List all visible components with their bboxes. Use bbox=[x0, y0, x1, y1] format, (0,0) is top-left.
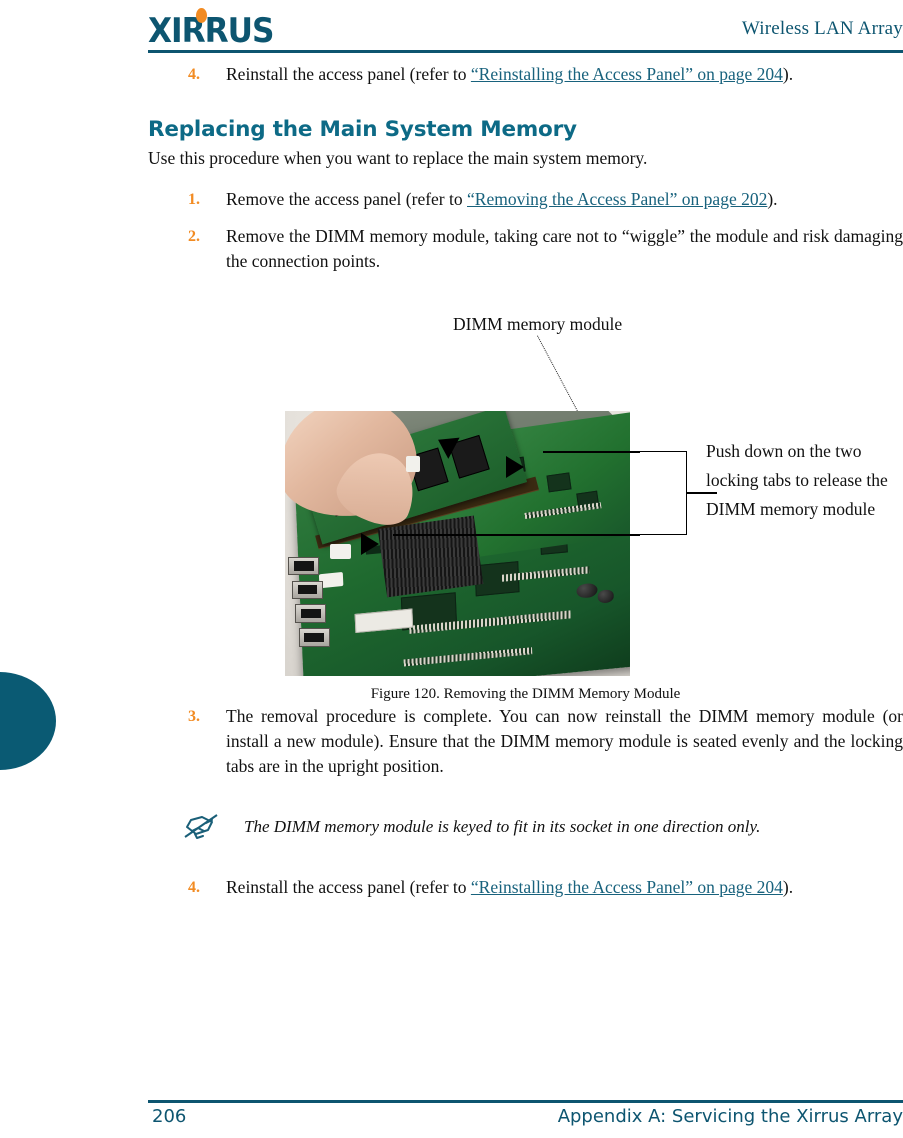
list-item-text-tail: ). bbox=[767, 189, 778, 209]
list-item-number: 4. bbox=[188, 879, 200, 896]
header-divider bbox=[148, 50, 903, 53]
cross-reference-link[interactable]: “Removing the Access Panel” on page 202 bbox=[467, 189, 767, 209]
list-item-text: Reinstall the access panel (refer to bbox=[226, 877, 471, 897]
list-item-text: Remove the access panel (refer to bbox=[226, 189, 467, 209]
figure-caption: Figure 120. Removing the DIMM Memory Mod… bbox=[370, 686, 681, 702]
list-item-text-tail: ). bbox=[782, 877, 794, 897]
list-item-text: Remove the DIMM memory module, taking ca… bbox=[226, 226, 903, 271]
list-item-number: 3. bbox=[188, 708, 200, 725]
figure-callout-locking-tabs: Push down on the two locking tabs to rel… bbox=[706, 441, 888, 519]
page-content: 4. Reinstall the access panel (refer to … bbox=[148, 62, 903, 906]
page-header: XIRRUS Wireless LAN Array bbox=[148, 4, 903, 56]
cross-reference-link[interactable]: “Reinstalling the Access Panel” on page … bbox=[471, 877, 783, 897]
footer-divider bbox=[148, 1100, 903, 1103]
list-item: 1. Remove the access panel (refer to “Re… bbox=[148, 187, 903, 212]
callout-line-top bbox=[543, 451, 640, 453]
list-item-number: 4. bbox=[188, 66, 200, 83]
header-title: Wireless LAN Array bbox=[741, 18, 903, 39]
section-heading: Replacing the Main System Memory bbox=[148, 117, 577, 142]
note-pencil-icon bbox=[182, 811, 222, 843]
list-item: 4. Reinstall the access panel (refer to … bbox=[148, 875, 903, 900]
orange-dot-icon bbox=[196, 8, 207, 23]
annotation-arrow-tab-lower bbox=[360, 532, 379, 555]
chapter-thumb-tab bbox=[0, 672, 56, 770]
list-item: 3. The removal procedure is complete. Yo… bbox=[148, 704, 903, 779]
logo-wordmark: XIRRUS bbox=[148, 11, 274, 51]
document-page: XIRRUS Wireless LAN Array 4. Reinstall t… bbox=[0, 0, 903, 1138]
callout-bracket bbox=[639, 451, 687, 535]
note-text: The DIMM memory module is keyed to fit i… bbox=[244, 817, 761, 836]
list-item-text-tail: ). bbox=[782, 64, 794, 84]
list-item-text: Reinstall the access panel (refer to bbox=[226, 64, 471, 84]
page-footer: 206 Appendix A: Servicing the Xirrus Arr… bbox=[148, 1106, 903, 1127]
callout-line-bottom bbox=[393, 534, 640, 536]
xirrus-logo: XIRRUS bbox=[148, 8, 274, 51]
cross-reference-link[interactable]: “Reinstalling the Access Panel” on page … bbox=[471, 64, 783, 84]
list-item-number: 1. bbox=[188, 191, 200, 208]
list-item-text: The removal procedure is complete. You c… bbox=[226, 706, 903, 776]
figure-label-dimm: DIMM memory module bbox=[453, 314, 623, 334]
list-item: 4. Reinstall the access panel (refer to … bbox=[148, 62, 903, 87]
footer-page-number: 206 bbox=[152, 1106, 187, 1127]
list-item-number: 2. bbox=[188, 228, 200, 245]
footer-section-title: Appendix A: Servicing the Xirrus Array bbox=[557, 1106, 903, 1127]
annotation-arrow-tab-upper bbox=[505, 456, 524, 479]
list-item: 2. Remove the DIMM memory module, taking… bbox=[148, 224, 903, 274]
section-intro-paragraph: Use this procedure when you want to repl… bbox=[148, 148, 648, 168]
note-block: The DIMM memory module is keyed to fit i… bbox=[148, 814, 903, 839]
